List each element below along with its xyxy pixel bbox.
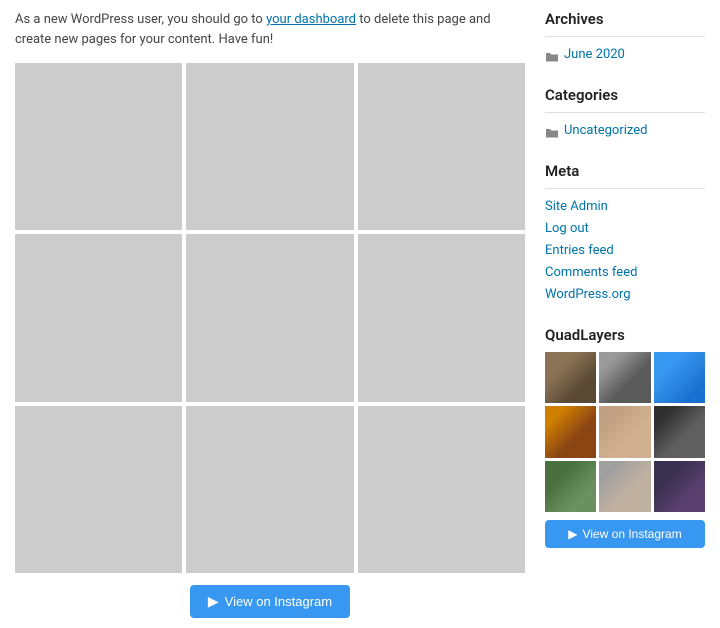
ql-thumb-5[interactable] bbox=[599, 406, 650, 457]
categories-section: Categories Uncategorized bbox=[545, 86, 705, 142]
quadlayers-view-instagram-button[interactable]: ▶ View on Instagram bbox=[545, 520, 705, 548]
instagram-photo-9[interactable] bbox=[358, 406, 525, 573]
archives-june-2020-link[interactable]: June 2020 bbox=[564, 47, 625, 62]
categories-title: Categories bbox=[545, 86, 705, 104]
instagram-photo-6[interactable] bbox=[358, 234, 525, 401]
categories-divider bbox=[545, 112, 705, 113]
archives-item-row: June 2020 bbox=[545, 47, 705, 66]
archives-title: Archives bbox=[545, 10, 705, 28]
quadlayers-title: QuadLayers bbox=[545, 326, 705, 344]
notice-text: As a new WordPress user, you should go t… bbox=[15, 10, 525, 49]
ql-thumb-8[interactable] bbox=[599, 461, 650, 512]
instagram-photo-8[interactable] bbox=[186, 406, 353, 573]
instagram-icon-sidebar: ▶ bbox=[568, 527, 577, 541]
categories-item-row: Uncategorized bbox=[545, 123, 705, 142]
meta-divider bbox=[545, 188, 705, 189]
ql-thumb-3[interactable] bbox=[654, 352, 705, 403]
instagram-photo-4[interactable] bbox=[15, 234, 182, 401]
meta-title: Meta bbox=[545, 162, 705, 180]
ql-thumb-9[interactable] bbox=[654, 461, 705, 512]
meta-comments-feed-link[interactable]: Comments feed bbox=[545, 265, 705, 280]
archives-divider bbox=[545, 36, 705, 37]
meta-links: Site Admin Log out Entries feed Comments… bbox=[545, 199, 705, 306]
meta-log-out-link[interactable]: Log out bbox=[545, 221, 705, 236]
quadlayers-button-label: View on Instagram bbox=[583, 527, 682, 541]
ql-thumb-2[interactable] bbox=[599, 352, 650, 403]
instagram-button-wrapper: ▶ View on Instagram bbox=[15, 585, 525, 618]
ql-thumb-1[interactable] bbox=[545, 352, 596, 403]
meta-entries-feed-link[interactable]: Entries feed bbox=[545, 243, 705, 258]
notice-text-before: As a new WordPress user, you should go t… bbox=[15, 12, 266, 27]
instagram-photo-3[interactable] bbox=[358, 63, 525, 230]
meta-wordpress-org-link[interactable]: WordPress.org bbox=[545, 287, 705, 302]
meta-site-admin-link[interactable]: Site Admin bbox=[545, 199, 705, 214]
ql-thumb-6[interactable] bbox=[654, 406, 705, 457]
sidebar: Archives June 2020 Categories bbox=[545, 10, 705, 618]
instagram-photo-2[interactable] bbox=[186, 63, 353, 230]
ql-thumb-7[interactable] bbox=[545, 461, 596, 512]
instagram-photo-7[interactable] bbox=[15, 406, 182, 573]
quadlayers-grid bbox=[545, 352, 705, 512]
categories-uncategorized-link[interactable]: Uncategorized bbox=[564, 123, 647, 138]
view-instagram-label: View on Instagram bbox=[225, 594, 332, 609]
ql-thumb-4[interactable] bbox=[545, 406, 596, 457]
dashboard-link[interactable]: your dashboard bbox=[266, 12, 356, 27]
archives-section: Archives June 2020 bbox=[545, 10, 705, 66]
instagram-photo-1[interactable] bbox=[15, 63, 182, 230]
instagram-grid bbox=[15, 63, 525, 573]
instagram-icon: ▶ bbox=[208, 593, 219, 610]
instagram-photo-5[interactable] bbox=[186, 234, 353, 401]
meta-section: Meta Site Admin Log out Entries feed Com… bbox=[545, 162, 705, 306]
quadlayers-section: QuadLayers ▶ View on Instagram bbox=[545, 326, 705, 548]
folder-icon-cat bbox=[545, 127, 559, 138]
view-instagram-button[interactable]: ▶ View on Instagram bbox=[190, 585, 350, 618]
main-content: As a new WordPress user, you should go t… bbox=[15, 10, 525, 618]
folder-icon bbox=[545, 51, 559, 62]
page-wrapper: As a new WordPress user, you should go t… bbox=[0, 0, 720, 628]
